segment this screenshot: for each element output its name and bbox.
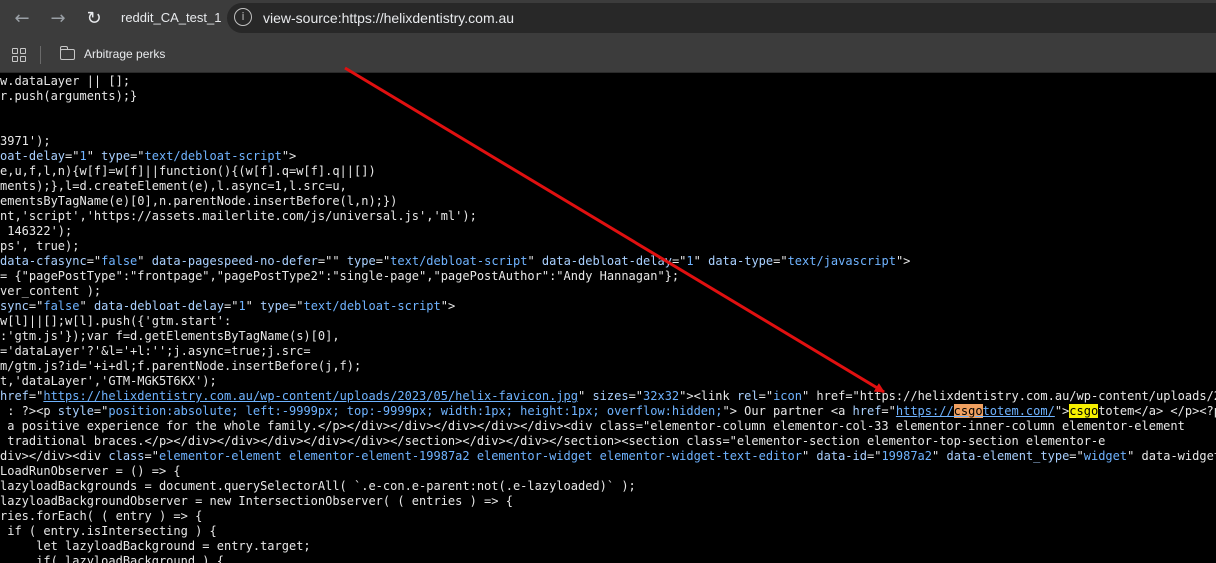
source-line: nt,'script','https://assets.mailerlite.c… (0, 209, 477, 223)
source-line: ps', true); (0, 239, 80, 253)
source-line: sync="false" data-debloat-delay="1" type… (0, 299, 456, 313)
forward-icon[interactable]: → (46, 6, 70, 30)
source-line: = {"pagePostType":"frontpage","pagePostT… (0, 269, 680, 283)
source-line: traditional braces.</p></div></div></div… (0, 434, 1106, 448)
source-line: ementsByTagName(e)[0],n.parentNode.inser… (0, 194, 398, 208)
source-line: m/gtm.js?id='+i+dl;f.parentNode.insertBe… (0, 359, 362, 373)
source-line: let lazyloadBackground = entry.target; (0, 539, 311, 553)
source-line: href="https://helixdentistry.com.au/wp-c… (0, 389, 1216, 403)
search-match: csgo (1069, 404, 1099, 418)
source-line: if( lazyloadBackground ) { (0, 554, 224, 563)
url-text[interactable]: view-source:https://helixdentistry.com.a… (263, 10, 514, 26)
source-line: LoadRunObserver = () => { (0, 464, 181, 478)
browser-toolbar: ← → ↻ reddit_CA_test_1 i view-source:htt… (0, 0, 1216, 36)
source-line: ries.forEach( ( entry ) => { (0, 509, 203, 523)
source-line: oat-delay="1" type="text/debloat-script"… (0, 149, 297, 163)
source-line: div></div><div class="elementor-element … (0, 449, 1216, 463)
source-line: : ?><p style="position:absolute; left:-9… (0, 404, 1216, 418)
folder-icon (59, 46, 75, 60)
source-line: data-cfasync="false" data-pagespeed-no-d… (0, 254, 911, 268)
bookmarks-bar: Arbitrage perks (0, 36, 1216, 73)
reload-icon[interactable]: ↻ (82, 6, 106, 30)
tab-title[interactable]: reddit_CA_test_1 (121, 10, 221, 25)
source-line: lazyloadBackgrounds = document.querySele… (0, 479, 636, 493)
back-icon[interactable]: ← (10, 6, 34, 30)
source-line: :'gtm.js'});var f=d.getElementsByTagName… (0, 329, 340, 343)
bookmark-folder-arbitrage-perks[interactable]: Arbitrage perks (84, 47, 165, 61)
source-line: ments);},l=d.createElement(e),l.async=1,… (0, 179, 347, 193)
bookmarks-divider (40, 46, 41, 64)
source-line: t,'dataLayer','GTM-MGK5T6KX'); (0, 374, 217, 388)
source-code-view: w.dataLayer || []; r.push(arguments);} 397… (0, 72, 1216, 563)
site-info-icon[interactable]: i (234, 8, 252, 26)
source-line: 146322'); (0, 224, 73, 238)
source-line: a positive experience for the whole fami… (0, 419, 1185, 433)
source-line: 3971'); (0, 134, 51, 148)
apps-grid-icon[interactable] (12, 48, 26, 62)
source-line: w[l]||[];w[l].push({'gtm.start': (0, 314, 232, 328)
search-match: csgo (953, 404, 983, 418)
source-line: e,u,f,l,n){w[f]=w[f]||function(){(w[f].q… (0, 164, 376, 178)
source-line: lazyloadBackgroundObserver = new Interse… (0, 494, 513, 508)
source-line: ver_content ); (0, 284, 102, 298)
source-line: ='dataLayer'?'&l='+l:'';j.async=true;j.s… (0, 344, 311, 358)
source-line: r.push(arguments);} (0, 89, 138, 103)
source-line: if ( entry.isIntersecting ) { (0, 524, 217, 538)
source-line: w.dataLayer || []; (0, 74, 131, 88)
